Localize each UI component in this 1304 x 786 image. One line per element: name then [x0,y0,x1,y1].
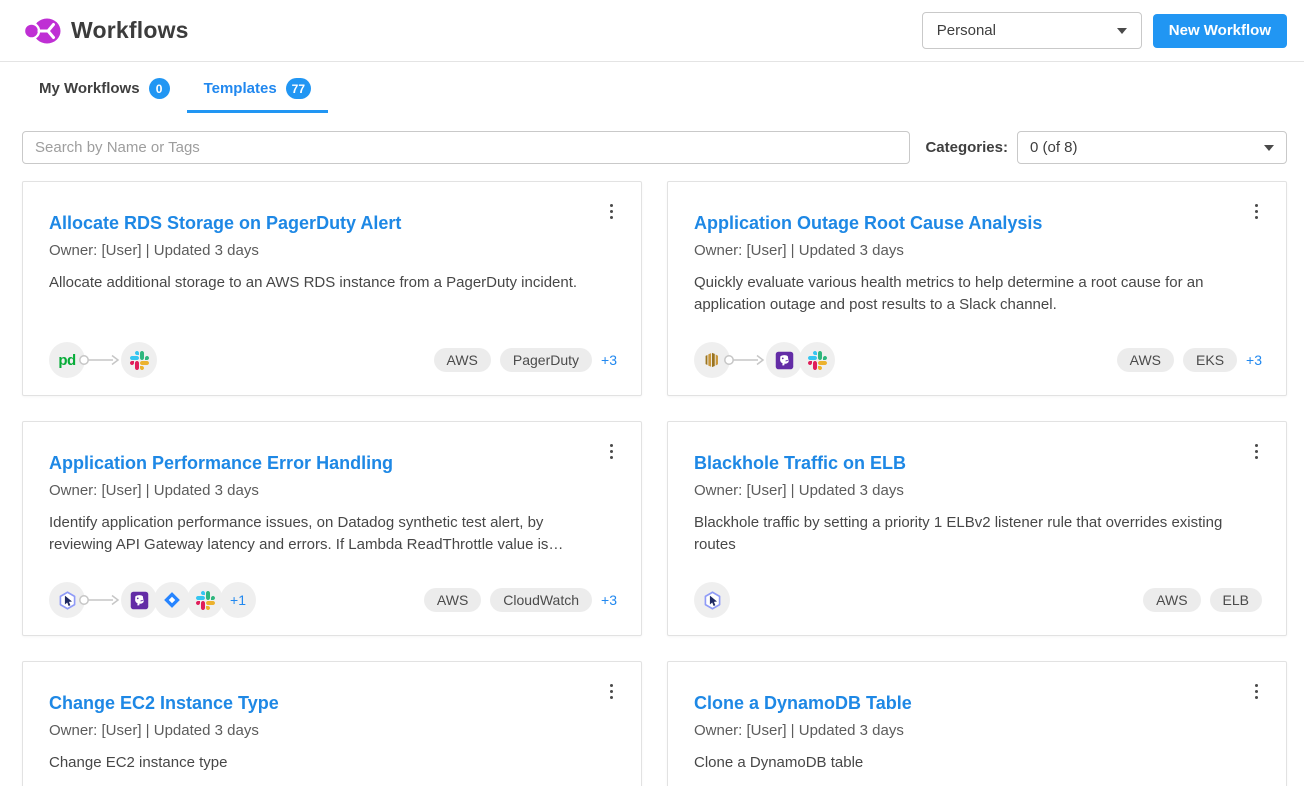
workflows-page: Workflows Personal New Workflow My Workf… [0,0,1304,786]
slack-icon [799,342,835,378]
card-icons: +1 [49,582,256,618]
card-meta: Owner: [User] | Updated 3 days [694,242,1260,259]
card-description: Clone a DynamoDB table [694,752,1254,774]
card-meta: Owner: [User] | Updated 3 days [49,242,615,259]
card-tags: AWS ELB [1143,588,1262,612]
flow-arrow-icon [78,353,122,367]
app-logo-icon [22,14,62,48]
card-description: Allocate additional storage to an AWS RD… [49,272,609,294]
chevron-down-icon [1264,145,1274,151]
chevron-down-icon [1117,28,1127,34]
kebab-menu-icon[interactable] [606,200,617,223]
card-footer: +1 AWS CloudWatch +3 [49,582,617,618]
kebab-menu-icon[interactable] [606,680,617,703]
kebab-menu-icon[interactable] [1251,200,1262,223]
tag-pill[interactable]: AWS [434,348,491,372]
card-icons [694,582,730,618]
search-input[interactable] [22,131,910,164]
tab-my-workflows[interactable]: My Workflows 0 [22,62,187,113]
slack-icon [121,342,157,378]
page-title: Workflows [71,17,189,44]
categories-label: Categories: [925,139,1008,156]
card-tags: AWS EKS +3 [1117,348,1262,372]
card-icons [694,342,835,378]
card-meta: Owner: [User] | Updated 3 days [694,482,1260,499]
card-tags: AWS PagerDuty +3 [434,348,618,372]
header-actions: Personal New Workflow [922,12,1287,49]
datadog-synthetics-icon [694,582,730,618]
card-meta: Owner: [User] | Updated 3 days [694,722,1260,739]
card-footer: AWS EKS +3 [694,342,1262,378]
card-title-link[interactable]: Application Performance Error Handling [49,453,393,474]
workflow-card: Clone a DynamoDB Table Owner: [User] | U… [667,661,1287,786]
card-title-link[interactable]: Allocate RDS Storage on PagerDuty Alert [49,213,401,234]
workflow-card: Application Performance Error Handling O… [22,421,642,636]
kebab-menu-icon[interactable] [1251,680,1262,703]
new-workflow-button[interactable]: New Workflow [1153,14,1287,48]
more-tags-link[interactable]: +3 [601,352,617,368]
tab-label: My Workflows [39,80,140,97]
card-title-link[interactable]: Clone a DynamoDB Table [694,693,912,714]
workflow-card: Blackhole Traffic on ELB Owner: [User] |… [667,421,1287,636]
categories-group: Categories: 0 (of 8) [925,131,1287,164]
card-title-link[interactable]: Blackhole Traffic on ELB [694,453,906,474]
card-description: Quickly evaluate various health metrics … [694,272,1254,316]
jira-icon [154,582,190,618]
flow-arrow-icon [723,353,767,367]
tag-pill[interactable]: ELB [1210,588,1262,612]
tab-count-badge: 77 [286,78,311,99]
card-description: Blackhole traffic by setting a priority … [694,512,1254,556]
categories-select-value: 0 (of 8) [1030,139,1078,156]
tab-count-badge: 0 [149,78,170,99]
tag-pill[interactable]: AWS [1143,588,1200,612]
slack-icon [187,582,223,618]
workspace-select[interactable]: Personal [922,12,1142,49]
more-tags-link[interactable]: +3 [601,592,617,608]
tab-bar: My Workflows 0 Templates 77 [0,62,1304,113]
tab-label: Templates [204,80,277,97]
card-tags: AWS CloudWatch +3 [424,588,617,612]
kebab-menu-icon[interactable] [606,440,617,463]
card-title-link[interactable]: Change EC2 Instance Type [49,693,279,714]
tag-pill[interactable]: CloudWatch [490,588,592,612]
card-title-link[interactable]: Application Outage Root Cause Analysis [694,213,1042,234]
workflow-grid: Allocate RDS Storage on PagerDuty Alert … [22,181,1287,786]
tag-pill[interactable]: PagerDuty [500,348,592,372]
card-description: Identify application performance issues,… [49,512,609,556]
tag-pill[interactable]: AWS [1117,348,1174,372]
workflow-card: Allocate RDS Storage on PagerDuty Alert … [22,181,642,396]
extra-icons-badge: +1 [220,582,256,618]
workflow-card: Change EC2 Instance Type Owner: [User] |… [22,661,642,786]
datadog-icon [121,582,157,618]
workflow-card: Application Outage Root Cause Analysis O… [667,181,1287,396]
card-meta: Owner: [User] | Updated 3 days [49,482,615,499]
card-footer: pd AWS PagerDuty +3 [49,342,617,378]
more-tags-link[interactable]: +3 [1246,352,1262,368]
flow-arrow-icon [78,593,122,607]
card-meta: Owner: [User] | Updated 3 days [49,722,615,739]
workspace-select-value: Personal [937,22,996,39]
categories-select[interactable]: 0 (of 8) [1017,131,1287,164]
tag-pill[interactable]: EKS [1183,348,1237,372]
tab-templates[interactable]: Templates 77 [187,62,328,113]
datadog-icon [766,342,802,378]
filter-row: Categories: 0 (of 8) [22,131,1287,164]
tag-pill[interactable]: AWS [424,588,481,612]
app-header: Workflows Personal New Workflow [0,0,1304,62]
card-footer: AWS ELB [694,582,1262,618]
kebab-menu-icon[interactable] [1251,440,1262,463]
card-description: Change EC2 instance type [49,752,609,774]
card-icons: pd [49,342,157,378]
